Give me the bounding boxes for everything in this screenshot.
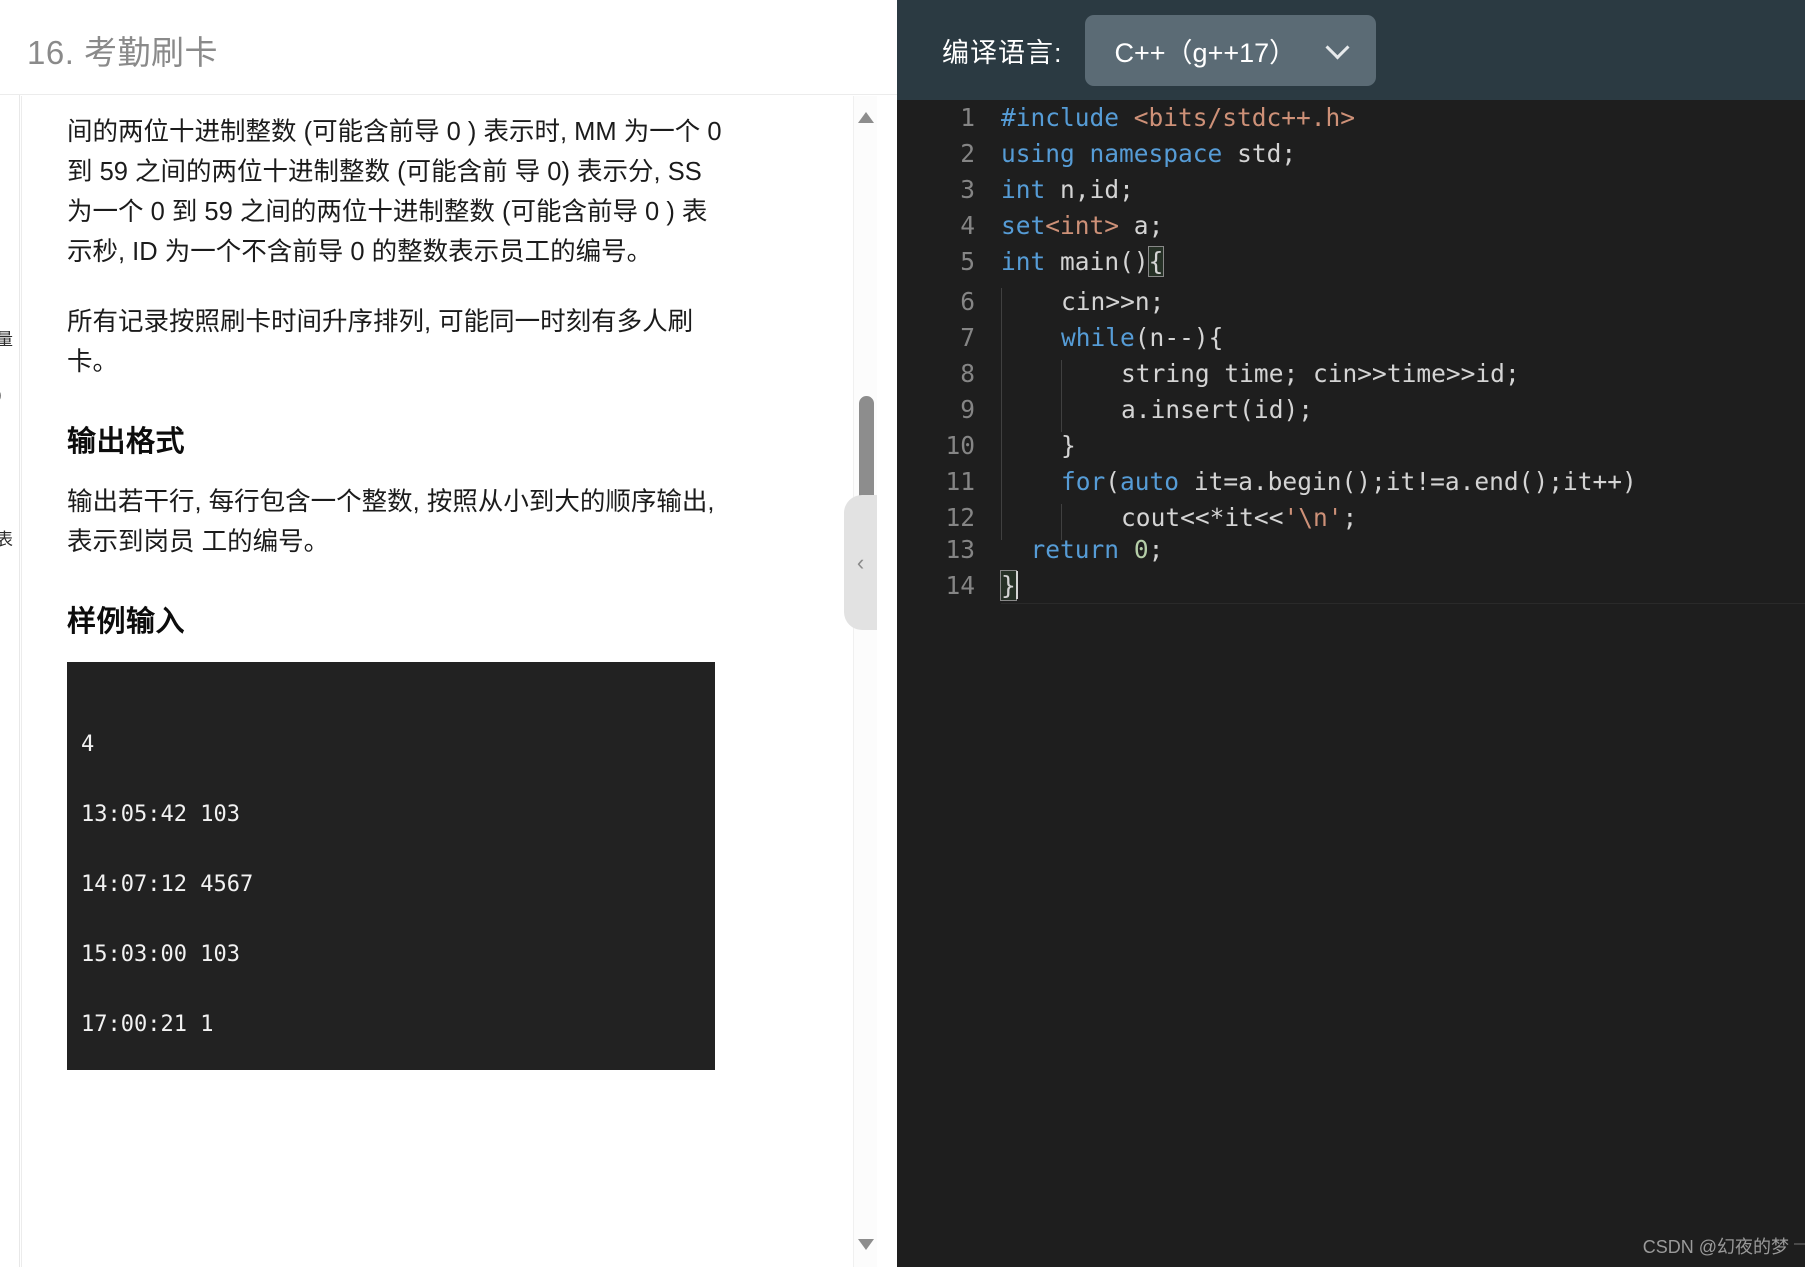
chevron-down-icon xyxy=(1324,35,1350,60)
code-line[interactable]: 8 string time; cin>>time>>id; xyxy=(897,352,1805,396)
line-number: 14 xyxy=(945,571,975,600)
editor-toolbar: 编译语言: C++（g++17） xyxy=(897,0,1805,100)
code-line[interactable]: 9 a.insert(id); xyxy=(897,388,1805,432)
code-line[interactable]: 1 #include <bits/stdc++.h> xyxy=(897,100,1805,136)
clipped-glyph: 表 xyxy=(0,525,13,550)
language-label: 编译语言: xyxy=(942,37,1063,68)
language-select-value: C++（g++17） xyxy=(1114,37,1297,68)
sample-input-line: 4 xyxy=(81,732,95,757)
problem-pane: | | 量 ) 表 | 16. 考勤刷卡 间的两位十进制整数 (可能含前导 0 … xyxy=(0,0,897,1267)
sample-input-line: 15:03:00 103 xyxy=(81,942,240,967)
problem-body: 间的两位十进制整数 (可能含前导 0 ) 表示时, MM 为一个 0 到 59 … xyxy=(67,96,732,1070)
line-number: 5 xyxy=(960,247,975,276)
scroll-down-arrow-icon[interactable] xyxy=(858,1239,874,1253)
chevron-left-icon: ‹ xyxy=(856,549,865,575)
scroll-up-arrow-icon[interactable] xyxy=(858,112,874,126)
code-text-area[interactable]: 1 #include <bits/stdc++.h> 2 using namespac… xyxy=(897,100,1805,1240)
line-number: 8 xyxy=(960,359,975,388)
output-format-heading: 输出格式 xyxy=(67,426,186,458)
line-number: 9 xyxy=(960,395,975,424)
line-number: 11 xyxy=(945,467,975,496)
output-format-text: 输出若干行, 每行包含一个整数, 按照从小到大的顺序输出, 表示到岗员 工的编号… xyxy=(67,488,715,556)
collapse-panel-handle[interactable]: ‹ xyxy=(844,495,877,630)
page-title: 16. 考勤刷卡 xyxy=(27,34,219,71)
code-line[interactable]: 11 for(auto it=a.begin();it!=a.end();it+… xyxy=(897,460,1805,504)
code-line[interactable]: 3 int n,id; xyxy=(897,172,1805,208)
clipped-glyph: | xyxy=(0,640,1,660)
problem-paragraph-1: 间的两位十进制整数 (可能含前导 0 ) 表示时, MM 为一个 0 到 59 … xyxy=(67,118,722,266)
sample-input-line: 17:00:21 1 xyxy=(81,1012,214,1037)
page-header: 16. 考勤刷卡 xyxy=(0,0,897,95)
app-screen: | | 量 ) 表 | 16. 考勤刷卡 间的两位十进制整数 (可能含前导 0 … xyxy=(0,0,1805,1267)
line-number: 7 xyxy=(960,323,975,352)
line-number: 10 xyxy=(945,431,975,460)
code-line[interactable]: 14} xyxy=(897,568,1805,604)
clipped-glyph: | xyxy=(0,135,1,155)
clipped-glyph: ) xyxy=(0,385,2,405)
code-line[interactable]: 13 return 0; xyxy=(897,532,1805,568)
code-line[interactable]: 10 } xyxy=(897,424,1805,468)
code-line[interactable]: 12 cout<<*it<<'\n'; xyxy=(897,496,1805,540)
line-number: 12 xyxy=(945,503,975,532)
sample-input-line: 13:05:42 103 xyxy=(81,802,240,827)
code-line[interactable]: 6 cin>>n; xyxy=(897,280,1805,324)
language-select[interactable]: C++（g++17） xyxy=(1084,14,1376,86)
line-number: 1 xyxy=(960,103,975,132)
sample-input-line: 14:07:12 4567 xyxy=(81,872,254,897)
editor-horizontal-scrollbar[interactable] xyxy=(1794,1243,1805,1245)
sample-input-heading: 样例输入 xyxy=(67,606,186,638)
code-line[interactable]: 2 using namespace std; xyxy=(897,136,1805,172)
clipped-left-column: | | 量 ) 表 | xyxy=(0,95,20,1267)
code-line[interactable]: 7 while(n--){ xyxy=(897,316,1805,360)
clipped-glyph: 量 xyxy=(0,325,13,350)
watermark: CSDN @幻夜的梦 xyxy=(1642,1237,1789,1257)
clipped-glyph: | xyxy=(0,157,1,177)
line-number: 2 xyxy=(960,139,975,168)
problem-paragraph-2: 所有记录按照刷卡时间升序排列, 可能同一时刻有多人刷卡。 xyxy=(67,308,694,376)
line-number: 13 xyxy=(945,535,975,564)
code-editor-pane: 编译语言: C++（g++17） 1 #include <bits/stdc++.… xyxy=(897,0,1805,1267)
line-number: 4 xyxy=(960,211,975,240)
problem-scrollbar[interactable] xyxy=(853,96,877,1267)
line-number: 3 xyxy=(960,175,975,204)
problem-document: 间的两位十进制整数 (可能含前导 0 ) 表示时, MM 为一个 0 到 59 … xyxy=(21,96,876,1267)
line-number: 6 xyxy=(960,287,975,316)
code-line[interactable]: 5 int main(){ xyxy=(897,244,1805,280)
sample-input-codeblock: 4 13:05:42 103 14:07:12 4567 15:03:00 10… xyxy=(67,662,715,1070)
code-line[interactable]: 4 set<int> a; xyxy=(897,208,1805,244)
